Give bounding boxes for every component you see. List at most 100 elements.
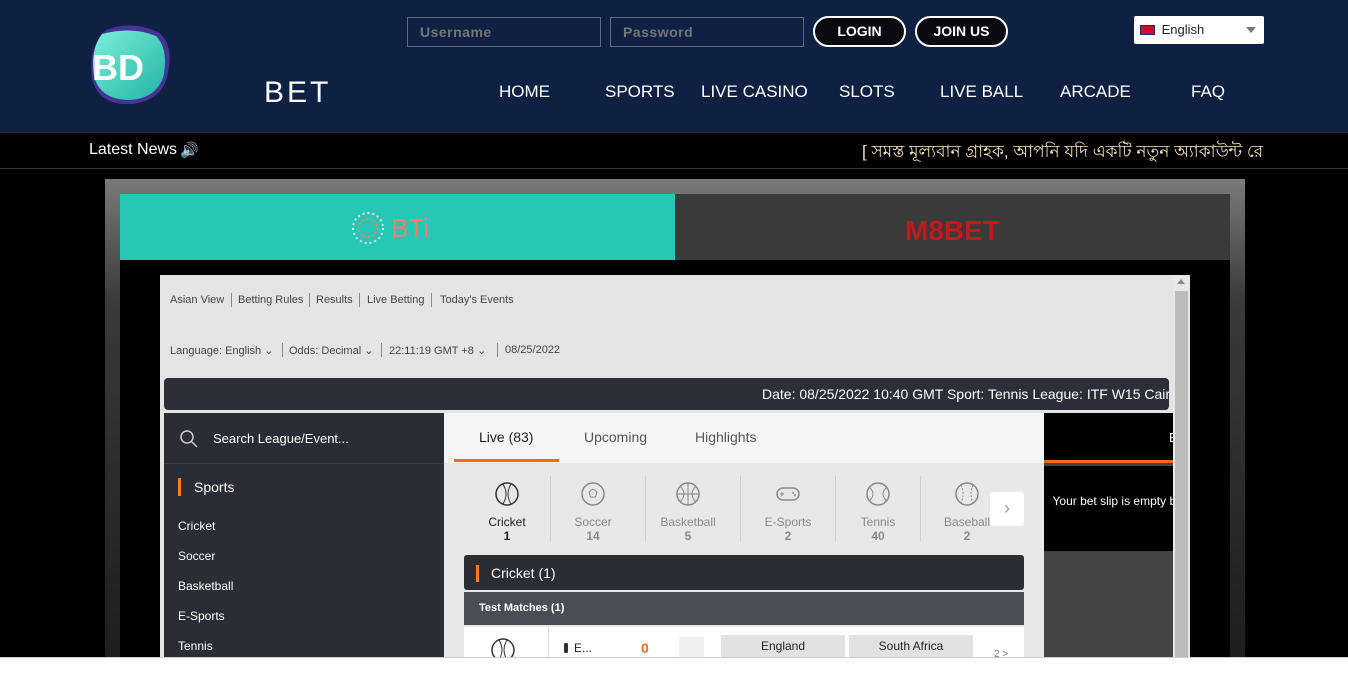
sidebar-item-cricket[interactable]: Cricket <box>178 519 215 533</box>
nav-home[interactable]: HOME <box>499 82 550 102</box>
nav-arcade[interactable]: ARCADE <box>1060 82 1131 102</box>
team-score: 0 <box>641 640 649 656</box>
link-todays-events[interactable]: Today's Events <box>440 294 514 306</box>
odds-option[interactable]: Odds: Decimal ⌄ <box>289 344 373 357</box>
date-value: 08/25/2022 <box>505 344 561 356</box>
provider-tab-bti[interactable]: BTi <box>120 194 675 261</box>
time-option[interactable]: 22:11:19 GMT +8 ⌄ <box>389 344 486 357</box>
link-results[interactable]: Results <box>316 294 353 306</box>
league-title: Test Matches (1) <box>479 602 565 614</box>
sport-filter-cricket[interactable]: Cricket 1 <box>462 481 552 543</box>
bdbet-logo[interactable]: BD BET <box>88 24 328 109</box>
nav-slots[interactable]: SLOTS <box>839 82 895 102</box>
speaker-icon: 🔊 <box>180 142 199 159</box>
divider <box>359 293 360 307</box>
bet-slip-header[interactable]: B <box>1044 413 1178 463</box>
logo-emblem: BD <box>91 25 170 105</box>
cricket-ball-icon <box>491 638 515 657</box>
events-panel: Live (83) Upcoming Highlights Cricket 1 … <box>444 413 1044 657</box>
home-team-button[interactable]: England <box>721 635 845 657</box>
chevron-down-icon: ⌄ <box>364 345 374 357</box>
sport-filter-basketball[interactable]: Basketball 5 <box>643 481 733 543</box>
league-header[interactable]: Test Matches (1) <box>464 592 1024 625</box>
username-input[interactable] <box>407 17 601 47</box>
news-marquee: [ সমস্ত মূল্যবান গ্রাহক, আপনি যদি একটি ন… <box>862 142 1264 161</box>
nav-sports[interactable]: SPORTS <box>605 82 675 102</box>
tennis-ball-icon <box>866 482 890 506</box>
sport-filter-esports[interactable]: E-Sports 2 <box>743 481 833 543</box>
uk-flag-icon <box>1140 25 1155 35</box>
language-value: English <box>1161 22 1205 37</box>
sport-count: 5 <box>684 529 692 543</box>
divider <box>920 476 921 541</box>
sports-sidebar: Search League/Event... Sports Cricket So… <box>164 413 444 657</box>
page-bottom-edge <box>0 657 1348 675</box>
team-marker <box>564 643 568 653</box>
sport-count: 40 <box>871 529 885 543</box>
bet-slip-panel: B Your bet slip is empty betting <box>1044 413 1190 657</box>
provider-tab-m8bet[interactable]: M8BET <box>675 194 1230 260</box>
away-team-button[interactable]: South Africa <box>849 635 973 657</box>
sidebar-item-soccer[interactable]: Soccer <box>178 549 215 563</box>
search-input[interactable]: Search League/Event... <box>213 431 349 446</box>
link-betting-rules[interactable]: Betting Rules <box>238 294 303 306</box>
join-us-button[interactable]: JOIN US <box>915 16 1008 47</box>
ticker-text: Date: 08/25/2022 10:40 GMT Sport: Tennis… <box>762 386 1169 402</box>
sportsbook-iframe: Asian View Betting Rules Results Live Be… <box>160 275 1190 657</box>
basketball-icon <box>676 482 700 506</box>
gamepad-icon <box>776 487 800 501</box>
sport-filter-soccer[interactable]: Soccer 14 <box>548 481 638 543</box>
tab-live[interactable]: Live (83) <box>479 429 533 445</box>
link-asian-view[interactable]: Asian View <box>170 294 224 306</box>
nav-live-ball[interactable]: LIVE BALL <box>940 82 1023 102</box>
page: BD BET LOGIN JOIN US English HOME SPORTS… <box>0 0 1348 675</box>
logo-word: BET <box>264 76 332 109</box>
active-tab-indicator <box>454 459 559 462</box>
divider <box>381 343 382 357</box>
tab-highlights[interactable]: Highlights <box>695 429 756 445</box>
group-title: Cricket (1) <box>491 565 556 581</box>
sport-name: Tennis <box>860 515 896 529</box>
bti-logo-text: BTi <box>391 213 429 243</box>
link-live-betting[interactable]: Live Betting <box>367 294 424 306</box>
sport-filter-tennis[interactable]: Tennis 40 <box>833 481 923 543</box>
sport-name: E-Sports <box>764 515 812 529</box>
sidebar-item-esports[interactable]: E-Sports <box>178 609 225 623</box>
nav-faq[interactable]: FAQ <box>1191 82 1225 102</box>
language-option-label: Language: <box>170 345 222 357</box>
sport-name: Cricket <box>488 515 526 529</box>
sport-count: 2 <box>963 529 971 543</box>
tab-upcoming[interactable]: Upcoming <box>584 429 647 445</box>
soccer-ball-icon <box>581 482 605 506</box>
odds-option-value: Decimal <box>321 345 362 357</box>
latest-news-bar: Latest News 🔊 [ সমস্ত মূল্যবান গ্রাহক, আ… <box>0 132 1348 169</box>
m8bet-logo-text: M8BET <box>905 215 1000 246</box>
divider <box>431 293 432 307</box>
match-row[interactable]: E... 0 England South Africa 2 > <box>464 627 1024 657</box>
odds-cell[interactable] <box>679 637 704 657</box>
password-input[interactable] <box>610 17 804 47</box>
sidebar-item-tennis[interactable]: Tennis <box>178 639 213 653</box>
chevron-down-icon <box>1246 27 1256 33</box>
sidebar-item-basketball[interactable]: Basketball <box>178 579 233 593</box>
scrollbar-thumb[interactable] <box>1175 291 1188 657</box>
language-option-value: English <box>225 345 262 357</box>
language-option[interactable]: Language: English ⌄ <box>170 344 273 357</box>
divider <box>740 476 741 541</box>
divider <box>309 293 310 307</box>
language-select[interactable]: English <box>1134 16 1264 44</box>
chevron-right-icon[interactable]: › <box>990 492 1024 526</box>
divider <box>548 627 549 657</box>
nav-live-casino[interactable]: LIVE CASINO <box>701 82 808 102</box>
group-header-cricket[interactable]: Cricket (1) <box>464 555 1024 590</box>
scroll-up-arrow-icon[interactable] <box>1177 279 1185 284</box>
accent-bar <box>476 565 479 582</box>
more-markets-link[interactable]: 2 > <box>994 649 1008 657</box>
login-button[interactable]: LOGIN <box>813 16 906 47</box>
odds-option-label: Odds: <box>289 345 319 357</box>
sport-name: Soccer <box>574 515 612 529</box>
sport-count: 14 <box>586 529 600 543</box>
chevron-down-icon: ⌄ <box>476 345 487 357</box>
scrollbar[interactable] <box>1173 275 1190 657</box>
search-box[interactable]: Search League/Event... <box>164 413 444 464</box>
